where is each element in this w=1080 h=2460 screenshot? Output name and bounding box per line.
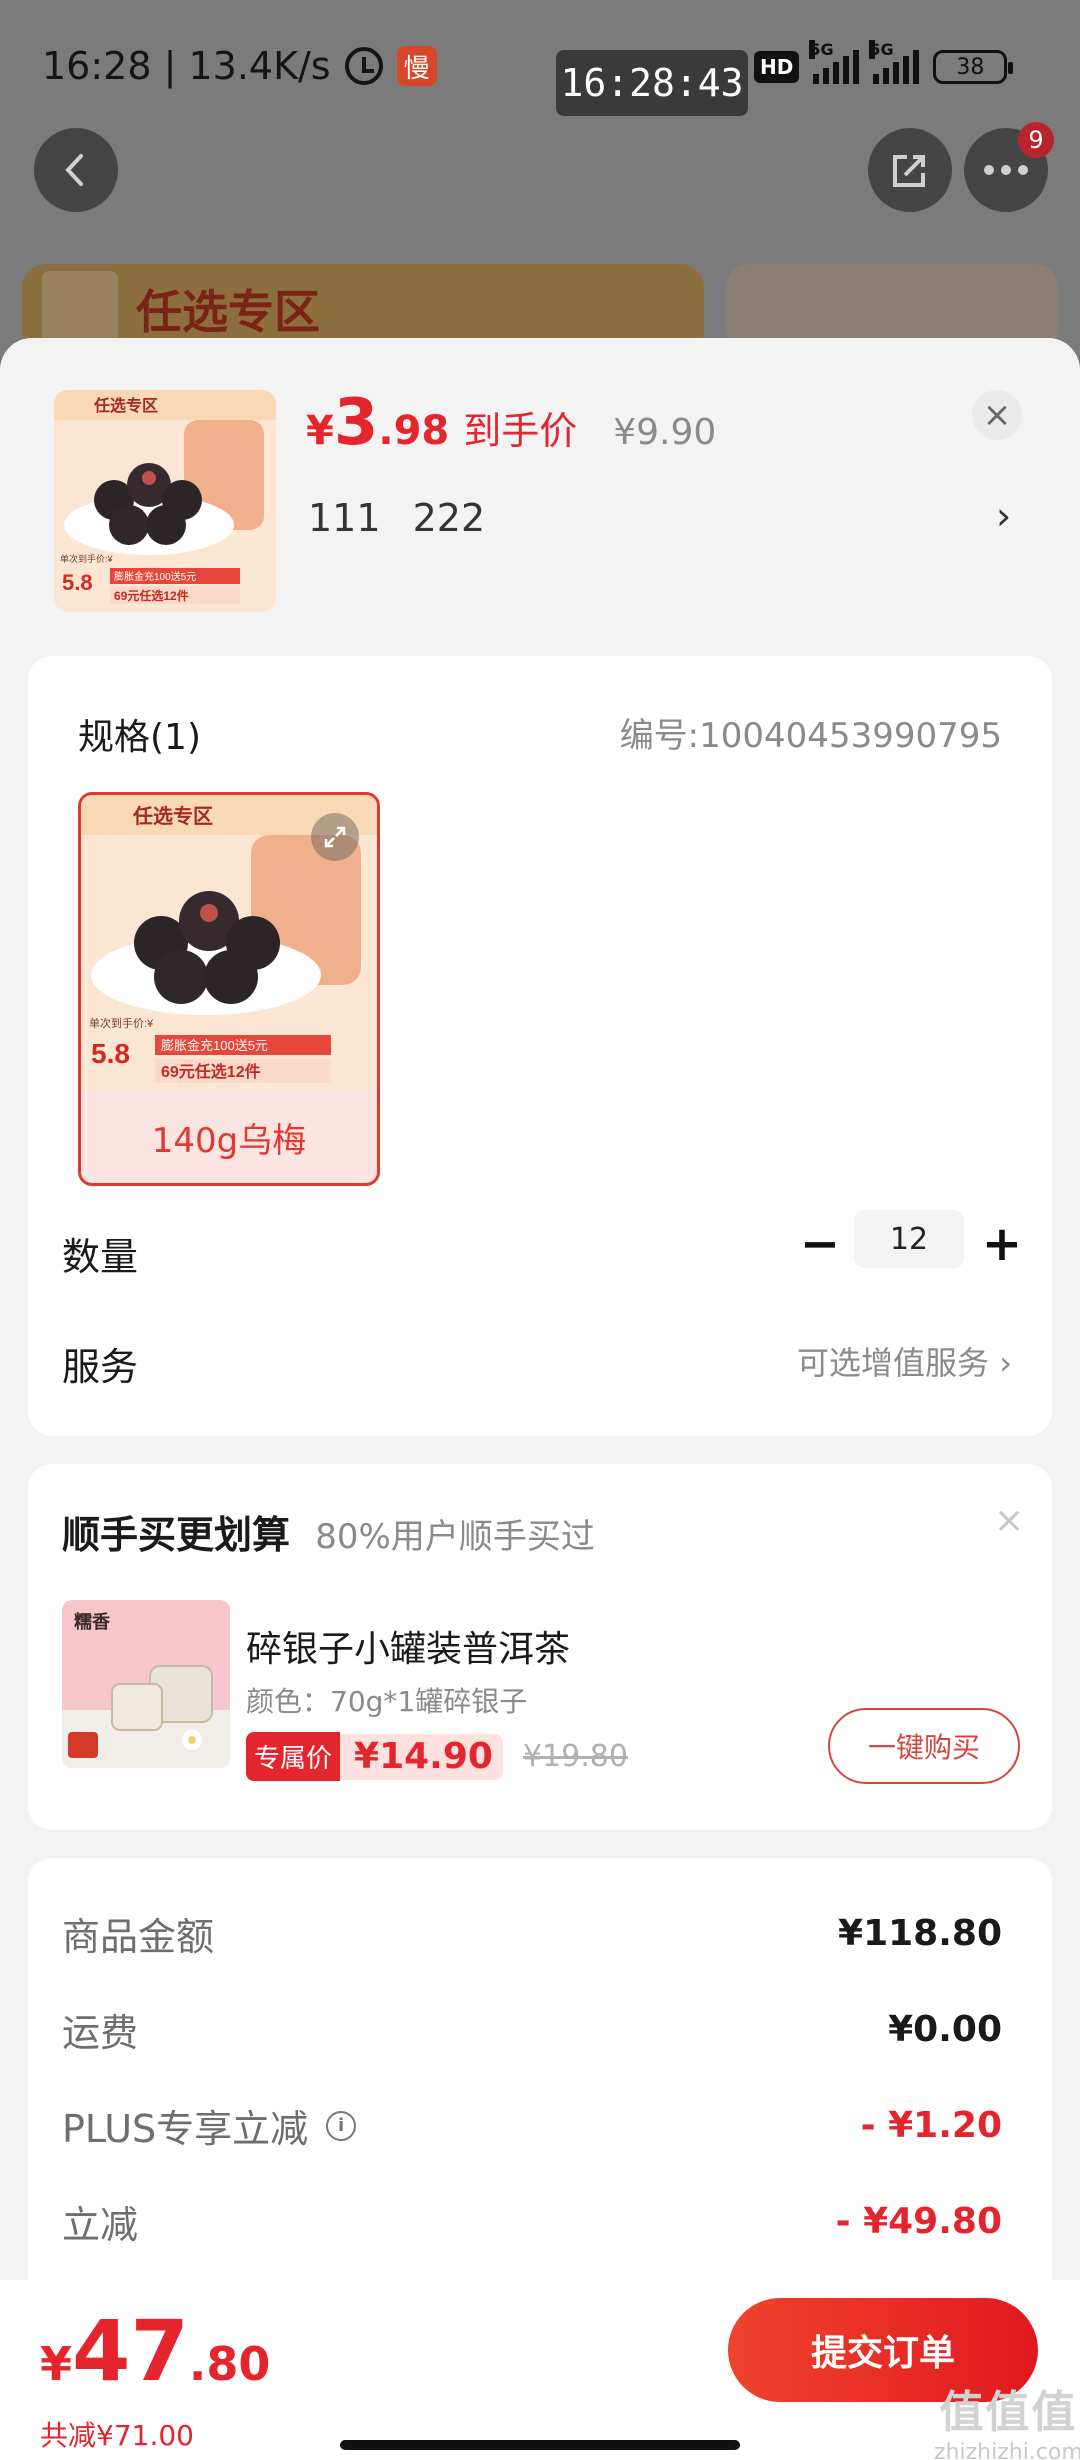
price-decimal: .98: [378, 408, 450, 454]
upsell-title-text: 顺手买更划算: [62, 1513, 291, 1557]
option-price-prefix: 单次到手价:¥: [89, 1016, 154, 1030]
home-indicator[interactable]: [340, 2440, 740, 2450]
product-image: 任选专区 单次到手价:¥ 5.8 膨胀金充100送5元 69元任选12件: [54, 390, 276, 612]
sku-number: 编号:10040453990795: [619, 716, 1002, 756]
signal-icon-2: 5G: [869, 40, 920, 84]
status-right: HD 5G 5G 38: [754, 40, 1014, 84]
notification-badge: 9: [1018, 122, 1054, 158]
tea-brand-text: 糯香: [74, 1611, 111, 1632]
checkout-bar: ¥ 47 .80 共减¥71.00 提交订单 值值值 zhizhizhi.com: [0, 2280, 1080, 2460]
product-header: 任选专区 单次到手价:¥ 5.8 膨胀金充100送5元 69元任选12件 ¥ 3…: [0, 338, 1080, 638]
summary-row-goods-amount: 商品金额 ¥118.80: [62, 1906, 1002, 1961]
banner-text: 任选专区: [136, 285, 320, 339]
clock-overlay: 16:28:43: [556, 50, 748, 116]
selected-attributes[interactable]: 111 222: [308, 496, 485, 540]
total-currency: ¥: [40, 2337, 73, 2391]
exclusive-price-tag: 专属价: [246, 1732, 341, 1781]
quantity-minus-button[interactable]: −: [790, 1214, 850, 1274]
status-left: 16:28 | 13.4K/s 慢: [42, 44, 437, 88]
option-promo-1: 膨胀金充100送5元: [161, 1038, 268, 1053]
service-label: 服务: [62, 1345, 139, 1389]
summary-value: - ¥1.20: [860, 2105, 1002, 2146]
price-label: 到手价: [463, 409, 578, 453]
spec-option-selected[interactable]: 任选专区 单次到手价:¥ 5.8 膨胀金充100送5元 69元任选12件 140…: [78, 792, 380, 1186]
watermark-url: zhizhizhi.com: [934, 2440, 1080, 2460]
upsell-price: 专属价 ¥14.90 ¥19.80: [246, 1732, 628, 1781]
network-5g-label: 5G: [809, 40, 834, 59]
option-zone-label: 任选专区: [132, 804, 213, 828]
upsell-title: 顺手买更划算 80%用户顺手买过: [62, 1504, 595, 1559]
time-speed: 16:28 | 13.4K/s: [42, 44, 331, 88]
quantity-label: 数量: [62, 1235, 139, 1279]
sku-bottom-sheet: 任选专区 单次到手价:¥ 5.8 膨胀金充100送5元 69元任选12件 ¥ 3…: [0, 338, 1080, 2460]
ellipsis-icon: [984, 165, 1028, 175]
chevron-left-icon: [65, 154, 83, 186]
thumb-zone-label: 任选专区: [93, 396, 158, 415]
one-click-buy-button[interactable]: 一键购买: [828, 1708, 1020, 1784]
summary-row-shipping: 运费 ¥0.00: [62, 2002, 1002, 2057]
upsell-product-name: 碎银子小罐装普洱茶: [246, 1629, 571, 1670]
share-button[interactable]: [868, 128, 952, 212]
price-currency: ¥: [306, 408, 334, 454]
close-icon: ×: [982, 395, 1012, 435]
upsell-original-price: ¥19.80: [522, 1739, 628, 1774]
price-integer: 3: [333, 386, 379, 460]
total-saved: 共减¥71.00: [40, 2419, 194, 2452]
share-icon: [893, 155, 925, 187]
brand-logo: [42, 271, 118, 347]
summary-row-instant-discount: 立减 - ¥49.80: [62, 2194, 1002, 2249]
upsell-product-color: 颜色：70g*1罐碎银子: [246, 1685, 528, 1718]
total-decimal: .80: [188, 2337, 271, 2391]
alarm-icon: [344, 47, 383, 85]
spec-option-label: 140g乌梅: [151, 1120, 307, 1161]
product-thumbnail: 任选专区 单次到手价:¥ 5.8 膨胀金充100送5元 69元任选12件: [54, 390, 276, 612]
summary-label: PLUS专享立减: [62, 2107, 309, 2151]
quantity-plus-button[interactable]: +: [972, 1214, 1032, 1274]
summary-label: 商品金额: [62, 1915, 215, 1959]
total-integer: 47: [72, 2302, 189, 2400]
thumb-promo-2: 69元任选12件: [114, 588, 189, 603]
thumb-promo-1: 膨胀金充100送5元: [114, 570, 196, 583]
network-5g-label-2: 5G: [869, 40, 894, 59]
summary-value: ¥0.00: [888, 2009, 1002, 2050]
quantity-input[interactable]: [854, 1210, 964, 1268]
status-bar: 16:28 | 13.4K/s 慢 16:28:43 HD 5G 5G 38: [0, 0, 1080, 130]
exclusive-price-value: ¥14.90: [340, 1733, 503, 1780]
upsell-subtitle: 80%用户顺手买过: [315, 1517, 595, 1557]
upsell-thumbnail: 糯香: [62, 1600, 230, 1768]
thumb-price: 5.8: [62, 570, 93, 595]
spec-title: 规格(1): [78, 717, 201, 758]
watermark: 值值值 zhizhizhi.com: [934, 2376, 1080, 2460]
summary-value: ¥118.80: [838, 1913, 1002, 1954]
option-price: 5.8: [91, 1038, 130, 1069]
summary-label: 运费: [62, 2011, 139, 2055]
spec-card: 规格(1) 编号:10040453990795 任选专区 单次到手价:¥ 5.8…: [28, 656, 1052, 1436]
summary-row-plus-discount: PLUS专享立减 i - ¥1.20: [62, 2098, 1002, 2153]
expand-icon[interactable]: [311, 813, 359, 861]
info-icon[interactable]: i: [326, 2110, 357, 2141]
total-price: ¥ 47 .80: [40, 2302, 270, 2400]
back-button[interactable]: [34, 128, 118, 212]
original-price: ¥9.90: [613, 412, 717, 453]
service-selector[interactable]: 可选增值服务 ›: [797, 1338, 1012, 1384]
tea-image: 糯香: [62, 1600, 230, 1768]
hd-icon: HD: [754, 51, 800, 83]
more-button[interactable]: 9: [964, 122, 1054, 212]
watermark-logo: 值值值: [939, 2387, 1078, 2438]
close-button[interactable]: ×: [972, 390, 1022, 440]
signal-icon: 5G: [809, 40, 860, 84]
thumb-price-prefix: 单次到手价:¥: [60, 553, 114, 564]
summary-label: 立减: [62, 2203, 139, 2247]
battery-icon: 38: [933, 50, 1014, 84]
summary-label-with-info: PLUS专享立减 i: [62, 2098, 357, 2153]
current-price: ¥ 3 .98 到手价 ¥9.90: [306, 386, 716, 460]
chevron-right-icon[interactable]: ›: [996, 494, 1011, 538]
slow-badge: 慢: [396, 46, 437, 86]
upsell-close-icon[interactable]: ×: [994, 1500, 1024, 1541]
option-promo-2: 69元任选12件: [161, 1062, 261, 1081]
summary-value: - ¥49.80: [835, 2201, 1002, 2242]
upsell-card: 顺手买更划算 80%用户顺手买过 × 糯香 碎银子小罐装普洱茶 颜色：70g*1…: [28, 1464, 1052, 1830]
